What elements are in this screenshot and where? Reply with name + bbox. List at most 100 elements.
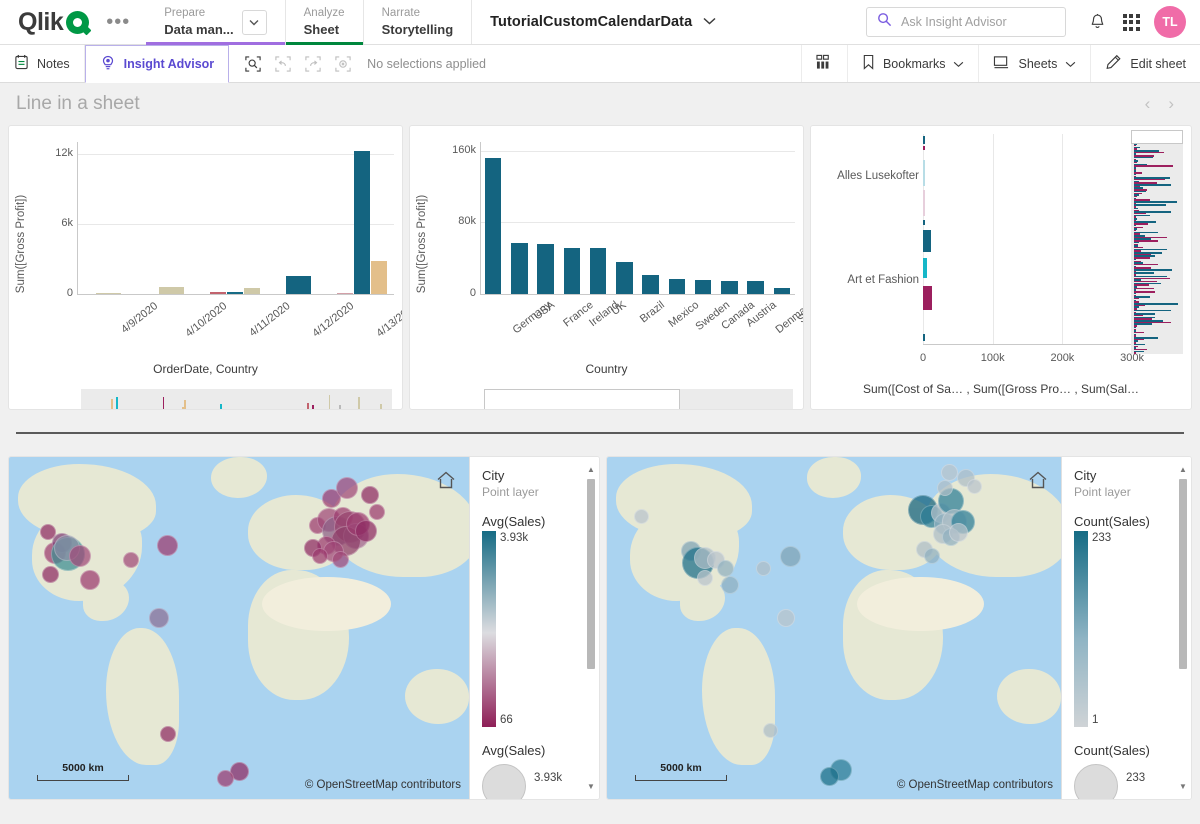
nav-analyze[interactable]: Analyze Sheet [284, 0, 363, 45]
home-icon[interactable] [1027, 469, 1049, 491]
notes-button[interactable]: Notes [0, 45, 85, 82]
chevron-down-icon[interactable] [241, 9, 267, 35]
map-count-sales[interactable]: 5000 km © OpenStreetMap contributors Cit… [606, 456, 1192, 800]
chart-gross-profit-by-country[interactable]: Sum([Gross Profit]) 0 80k 160k Germany USA Fra… [409, 125, 804, 410]
bar[interactable] [923, 220, 925, 225]
bar[interactable] [923, 146, 925, 150]
map-data-point[interactable] [780, 545, 802, 567]
bar[interactable] [353, 151, 370, 294]
next-sheet-button[interactable]: › [1168, 94, 1174, 114]
bar[interactable] [923, 258, 927, 278]
bar[interactable] [923, 190, 925, 216]
app-title-dropdown[interactable]: TutorialCustomCalendarData [471, 0, 734, 44]
map-data-point[interactable] [633, 509, 649, 525]
map-data-point[interactable] [923, 548, 940, 565]
bar[interactable] [563, 247, 580, 294]
bar[interactable] [226, 291, 244, 294]
nav-narrate[interactable]: Narrate Storytelling [362, 0, 472, 44]
map-data-point[interactable] [354, 519, 377, 542]
bar[interactable] [923, 136, 925, 144]
map-data-point[interactable] [716, 559, 734, 577]
map2-legend-scrollbar[interactable]: ▲ ▼ [1178, 465, 1188, 791]
bar[interactable] [923, 160, 925, 186]
avatar[interactable]: TL [1154, 6, 1186, 38]
bar[interactable] [95, 292, 121, 294]
bar[interactable] [484, 158, 502, 294]
app-launcher-button[interactable] [1114, 5, 1148, 39]
bar[interactable] [589, 248, 607, 294]
map-avg-sales[interactable]: 5000 km © OpenStreetMap contributors Cit… [8, 456, 600, 800]
map-data-point[interactable] [941, 463, 959, 481]
bar[interactable] [773, 287, 790, 294]
map-data-point[interactable] [122, 551, 139, 568]
more-menu-button[interactable]: ••• [102, 12, 134, 32]
insight-advisor-search[interactable] [866, 7, 1066, 37]
scroll-thumb[interactable] [1179, 479, 1187, 669]
map-data-point[interactable] [311, 548, 328, 565]
sheets-button[interactable]: Sheets [978, 45, 1090, 82]
bar[interactable] [923, 334, 925, 341]
map-data-point[interactable] [762, 723, 778, 739]
map-data-point[interactable] [157, 535, 179, 557]
home-icon[interactable] [435, 469, 457, 491]
map-data-point[interactable] [937, 479, 954, 496]
notifications-button[interactable] [1080, 5, 1114, 39]
chart3-scroll-window[interactable] [1131, 130, 1183, 144]
bar[interactable] [244, 287, 261, 294]
map-data-point[interactable] [949, 522, 969, 542]
map-data-point[interactable] [79, 570, 100, 591]
map-data-point[interactable] [756, 560, 772, 576]
bar[interactable] [285, 275, 311, 294]
bar[interactable] [747, 281, 764, 294]
map-data-point[interactable] [336, 476, 359, 499]
chart3-plot[interactable]: 0 100k 200k 300k Alles Lusekofter Art et Fash… [811, 126, 1191, 409]
edit-sheet-button[interactable]: Edit sheet [1090, 45, 1200, 82]
scroll-down-arrow-icon[interactable]: ▼ [586, 782, 596, 791]
map1-canvas[interactable] [9, 457, 469, 799]
scroll-thumb[interactable] [587, 479, 595, 669]
bar[interactable] [616, 261, 633, 294]
chart3-scroll-preview[interactable] [1131, 130, 1183, 354]
bar[interactable] [923, 230, 931, 252]
chart1-plot[interactable]: Sum([Gross Profit]) 0 6k 12k 4/9/2020 4/10/20… [9, 126, 402, 409]
map2-canvas[interactable] [607, 457, 1061, 799]
qlik-logo[interactable]: Qlik [18, 8, 92, 37]
scroll-up-arrow-icon[interactable]: ▲ [586, 465, 596, 474]
map-data-point[interactable] [696, 570, 713, 587]
bar[interactable] [694, 279, 712, 294]
map-data-point[interactable] [148, 607, 169, 628]
selections-search-icon[interactable] [239, 50, 267, 78]
map-data-point[interactable] [159, 726, 176, 743]
chart2-plot[interactable]: Sum([Gross Profit]) 0 80k 160k Germany USA Fra… [410, 126, 803, 409]
chart-gross-profit-by-orderdate-country[interactable]: Sum([Gross Profit]) 0 6k 12k 4/9/2020 4/10/20… [8, 125, 403, 410]
chart2-scroll-window[interactable] [484, 389, 680, 409]
scroll-up-arrow-icon[interactable]: ▲ [1178, 465, 1188, 474]
insight-advisor-button[interactable]: Insight Advisor [84, 45, 230, 83]
bar[interactable] [209, 292, 226, 294]
bar[interactable] [370, 261, 387, 294]
chart-cost-grossprofit-sales-by-customer[interactable]: 0 100k 200k 300k Alles Lusekofter Art et Fash… [810, 125, 1192, 410]
bar[interactable] [511, 243, 528, 294]
map-data-point[interactable] [216, 769, 234, 787]
map-data-point[interactable] [720, 576, 739, 595]
chart2-scroll-preview[interactable] [484, 389, 793, 409]
sheet-overview-button[interactable] [800, 45, 847, 82]
map-data-point[interactable] [819, 767, 839, 787]
scroll-down-arrow-icon[interactable]: ▼ [1178, 782, 1188, 791]
map-data-point[interactable] [331, 551, 349, 569]
bar[interactable] [336, 292, 353, 294]
nav-prepare[interactable]: Prepare Data man... [146, 0, 285, 45]
search-input[interactable] [901, 15, 1055, 29]
bar[interactable] [923, 286, 932, 310]
bar[interactable] [642, 275, 659, 294]
bar[interactable] [159, 287, 185, 294]
bar[interactable] [721, 280, 738, 294]
map1-legend-scrollbar[interactable]: ▲ ▼ [586, 465, 596, 791]
map-data-point[interactable] [967, 478, 983, 494]
map-data-point[interactable] [361, 485, 380, 504]
bar[interactable] [537, 243, 554, 294]
chart1-scroll-preview[interactable] [81, 389, 392, 409]
map-data-point[interactable] [369, 503, 385, 520]
bar[interactable] [668, 278, 685, 294]
map-data-point[interactable] [777, 608, 796, 627]
